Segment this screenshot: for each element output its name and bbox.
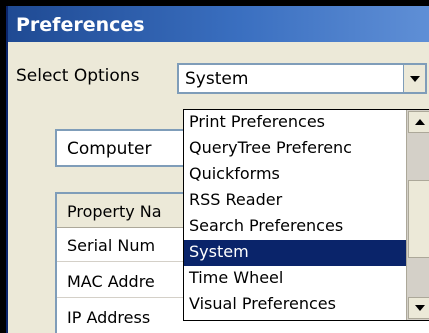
dropdown-item[interactable]: RSS Reader	[184, 188, 406, 214]
select-options-value: System	[185, 69, 249, 89]
arrow-up-icon	[415, 119, 425, 125]
dropdown-scrollbar[interactable]	[406, 110, 429, 320]
arrow-down-icon	[415, 305, 425, 311]
dropdown-item[interactable]: QueryTree Preferenc	[184, 136, 406, 162]
dropdown-item[interactable]: Visual Preferences	[184, 292, 406, 318]
select-options-combo[interactable]: System	[177, 63, 427, 94]
dropdown-item[interactable]: Time Wheel	[184, 266, 406, 292]
preferences-window: Preferences Select Options System Comput…	[6, 6, 429, 333]
dropdown-item[interactable]: Print Preferences	[184, 110, 406, 136]
options-dropdown-list[interactable]: Print Preferences QueryTree Preferenc Qu…	[183, 109, 429, 321]
select-options-label: Select Options	[16, 66, 140, 86]
dropdown-item[interactable]: Search Preferences	[184, 214, 406, 240]
combo-dropdown-button[interactable]	[403, 65, 425, 92]
title-bar[interactable]: Preferences	[8, 6, 429, 42]
dropdown-item[interactable]: Quickforms	[184, 162, 406, 188]
computer-combo-value: Computer	[67, 139, 152, 159]
dropdown-item-selected[interactable]: System	[184, 240, 406, 266]
chevron-down-icon	[409, 75, 420, 82]
scroll-up-button[interactable]	[408, 111, 429, 133]
window-title: Preferences	[16, 14, 145, 36]
scrollbar-thumb[interactable]	[408, 180, 429, 259]
scroll-down-button[interactable]	[408, 297, 429, 319]
